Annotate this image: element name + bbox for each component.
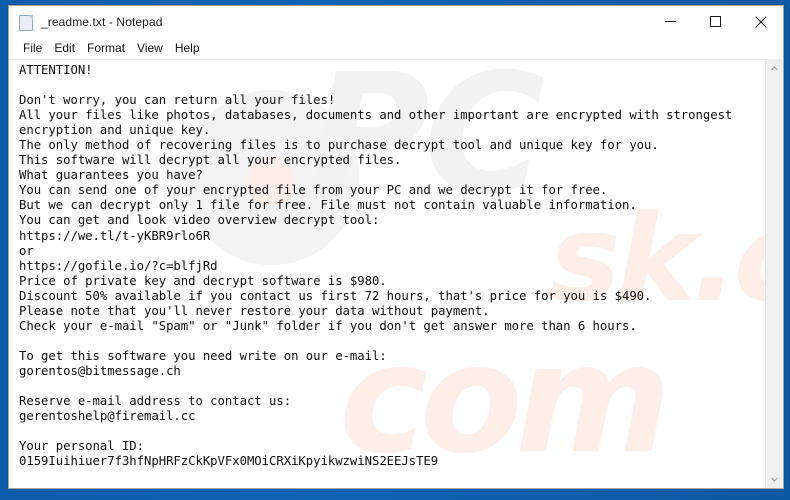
- menu-help[interactable]: Help: [169, 39, 206, 58]
- notepad-window: _readme.txt - Notepad File Edit Format V…: [8, 5, 784, 489]
- menu-format[interactable]: Format: [81, 39, 131, 58]
- maximize-button[interactable]: [693, 6, 738, 37]
- ransom-note-text: ATTENTION! Don't worry, you can return a…: [19, 63, 733, 469]
- close-button[interactable]: [738, 6, 783, 37]
- text-file-icon: [18, 14, 34, 31]
- scrollbar-up-arrow-icon[interactable]: [766, 60, 783, 77]
- editor-area: PC sk.com com ATTENTION! Don't worry, yo…: [9, 59, 783, 488]
- vertical-scrollbar[interactable]: [765, 60, 783, 488]
- window-title: _readme.txt - Notepad: [41, 14, 163, 29]
- menu-file[interactable]: File: [17, 39, 48, 58]
- text-editor[interactable]: PC sk.com com ATTENTION! Don't worry, yo…: [9, 60, 765, 488]
- menu-view[interactable]: View: [131, 39, 169, 58]
- scrollbar-track[interactable]: [766, 77, 783, 471]
- minimize-button[interactable]: [648, 6, 693, 37]
- menu-bar: File Edit Format View Help: [9, 37, 783, 59]
- desktop-background: _readme.txt - Notepad File Edit Format V…: [0, 0, 790, 500]
- menu-edit[interactable]: Edit: [48, 39, 81, 58]
- window-controls: [648, 6, 783, 37]
- title-bar[interactable]: _readme.txt - Notepad: [9, 6, 783, 37]
- scrollbar-down-arrow-icon[interactable]: [766, 471, 783, 488]
